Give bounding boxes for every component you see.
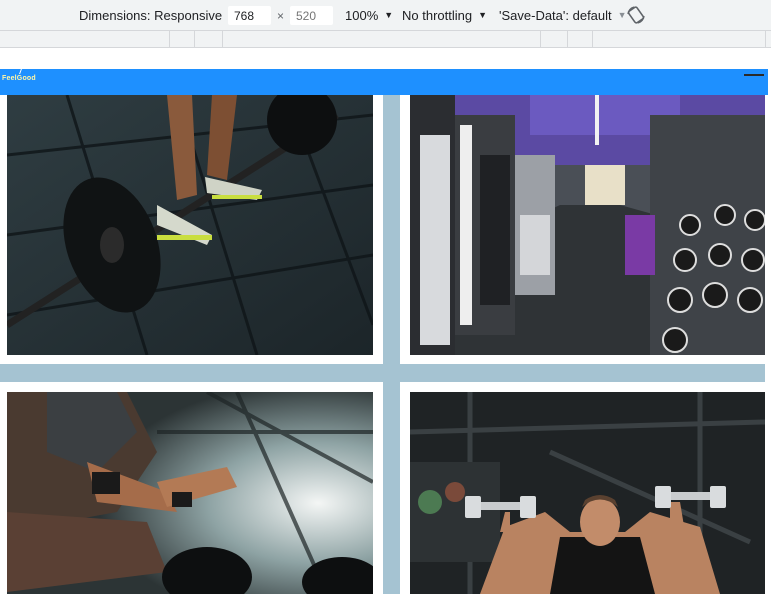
- save-data-label: 'Save-Data': default: [499, 7, 612, 23]
- height-input[interactable]: [290, 6, 333, 25]
- photo-dumbbell-press[interactable]: [410, 392, 765, 594]
- gallery-card: [400, 95, 765, 364]
- dimensions-label: Dimensions: Responsive: [79, 7, 223, 23]
- gallery-grid: [0, 95, 765, 594]
- dimensions-dropdown[interactable]: Dimensions: Responsive ▼: [79, 8, 237, 23]
- media-query-ruler: [0, 31, 771, 48]
- photo-gym-interior[interactable]: [410, 95, 765, 355]
- device-toolbar: Dimensions: Responsive ▼ × 100% ▼ No thr…: [0, 0, 771, 31]
- throttling-label: No throttling: [402, 7, 473, 23]
- zoom-label: 100%: [345, 7, 379, 23]
- ruler-spacer: [0, 48, 771, 69]
- page-viewport: FeelGood: [0, 69, 771, 594]
- chevron-down-icon: ▼: [384, 10, 394, 20]
- times-sign: ×: [277, 9, 285, 23]
- page-scrollbar[interactable]: [765, 95, 771, 594]
- rotate-icon[interactable]: [626, 5, 646, 25]
- gallery-card: [400, 382, 765, 594]
- hamburger-icon[interactable]: [744, 74, 764, 76]
- logo-mark: [19, 69, 25, 74]
- width-input[interactable]: [228, 6, 271, 25]
- gallery-card: [0, 382, 383, 594]
- navbar: FeelGood: [0, 69, 768, 95]
- zoom-dropdown[interactable]: 100% ▼: [345, 8, 393, 23]
- chevron-down-icon: ▼: [478, 10, 488, 20]
- gallery-card: [0, 95, 383, 364]
- save-data-dropdown[interactable]: 'Save-Data': default ▼: [499, 8, 627, 23]
- photo-deadlift[interactable]: [7, 95, 373, 355]
- brand-logo[interactable]: FeelGood: [2, 75, 36, 82]
- throttling-dropdown[interactable]: No throttling ▼: [402, 8, 487, 23]
- photo-athlete-rest[interactable]: [7, 392, 373, 594]
